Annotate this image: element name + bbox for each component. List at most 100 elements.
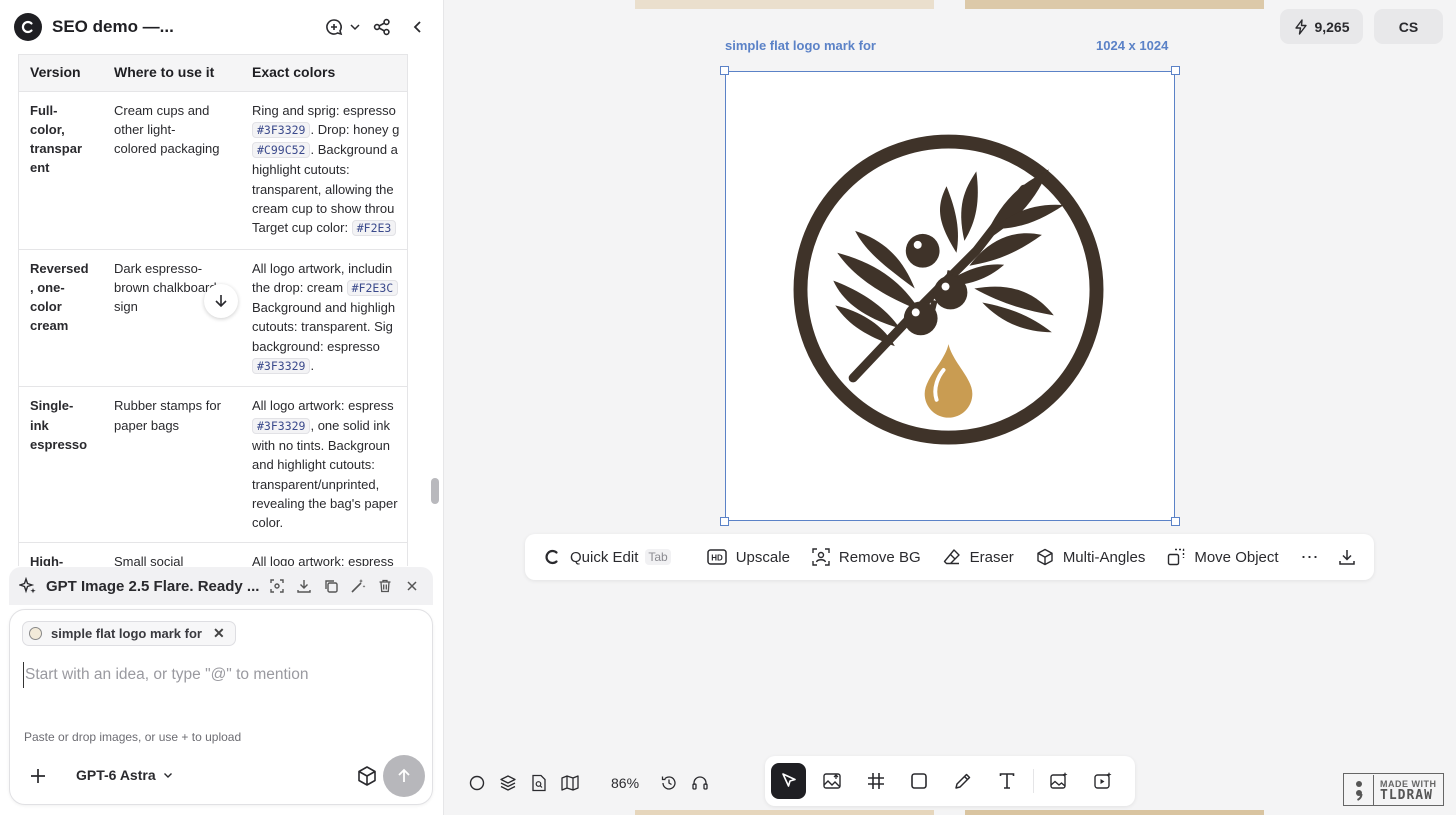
history-icon[interactable]: [657, 771, 681, 795]
made-with-tldraw-badge[interactable]: MADE WITH TLDRAW: [1343, 773, 1444, 806]
plus-icon[interactable]: [24, 762, 52, 790]
hex-code: #F2E3C: [346, 279, 399, 296]
share-icon[interactable]: [370, 15, 394, 39]
cell-line: #3F3329. Drop: honey g: [252, 120, 407, 140]
frame-icon[interactable]: [858, 763, 893, 799]
table-cell: Single-ink espresso: [19, 386, 103, 544]
quick-edit-label: Quick Edit: [570, 548, 639, 566]
trash-icon[interactable]: [374, 575, 396, 597]
multi-angles-label: Multi-Angles: [1062, 548, 1146, 566]
cell-line: Ring and sprig: espresso: [252, 101, 407, 120]
resize-handle[interactable]: [1171, 517, 1180, 526]
canvas-image-strip[interactable]: [635, 0, 934, 9]
image-toolbar: Quick Edit Tab HD Upscale Remove BG Eras…: [525, 534, 1374, 580]
cell-line: cream cup to show throu: [252, 199, 407, 218]
cell-line: transparent/unprinted,: [252, 475, 407, 494]
image-size-label: 1024 x 1024: [1096, 38, 1169, 53]
prompt-input[interactable]: [23, 662, 418, 688]
chevron-down-icon: [163, 773, 172, 778]
cell-line: All logo artwork, includin: [252, 259, 407, 278]
table-row: Full-color, transpar ent Cream cups and othe…: [19, 91, 407, 250]
cell-line: Cream cups and: [114, 102, 210, 118]
eraser-button[interactable]: Eraser: [943, 548, 1014, 566]
copy-icon[interactable]: [320, 575, 342, 597]
cell-line: color: [30, 299, 62, 315]
credits-badge[interactable]: 9,265: [1280, 9, 1363, 44]
headset-icon[interactable]: [688, 771, 712, 795]
cell-text: .: [310, 358, 315, 374]
cell-line: highlight cutouts:: [252, 160, 407, 179]
credits-count: 9,265: [1314, 18, 1350, 35]
more-options-icon[interactable]: ⋯: [1301, 547, 1320, 568]
chat-plus-icon[interactable]: [324, 15, 362, 39]
quick-edit-button[interactable]: Quick Edit Tab: [543, 548, 671, 566]
cell-line: with no tints. Backgroun: [252, 436, 407, 455]
magic-wand-icon[interactable]: [347, 575, 369, 597]
cell-line: ent: [30, 160, 50, 176]
generation-label: GPT Image 2.5 Flare. Ready ...: [46, 577, 260, 595]
cell-text: the drop: cream: [252, 279, 347, 295]
download-icon[interactable]: [1338, 548, 1365, 566]
column-header: Version: [19, 55, 103, 92]
remove-reference-icon[interactable]: ✕: [213, 625, 225, 642]
move-object-button[interactable]: Move Object: [1167, 548, 1279, 566]
close-icon[interactable]: [401, 575, 423, 597]
map-icon[interactable]: [558, 771, 582, 795]
cell-line: transpar: [30, 141, 83, 157]
send-button[interactable]: [383, 755, 425, 797]
collapse-icon[interactable]: [406, 15, 430, 39]
cell-line: All logo artwork: espress: [252, 396, 407, 415]
layers-icon[interactable]: [496, 771, 520, 795]
cell-line: Single-: [30, 398, 74, 414]
cell-text: . Background a: [310, 142, 398, 158]
video-generate-icon[interactable]: [1085, 763, 1120, 799]
table-row: Reversed, one-color cream Dark espresso-br…: [19, 249, 407, 388]
resize-handle[interactable]: [720, 517, 729, 526]
model-selector[interactable]: GPT-6 Astra: [76, 767, 174, 783]
user-avatar-button[interactable]: CS: [1374, 9, 1443, 44]
scroll-down-button[interactable]: [204, 284, 238, 318]
canvas[interactable]: 9,265 CS simple flat logo mark for 1024 …: [445, 0, 1456, 815]
image-generate-icon[interactable]: [1042, 763, 1077, 799]
cube-icon[interactable]: [356, 765, 380, 789]
text-icon[interactable]: [989, 763, 1024, 799]
image-upload-icon[interactable]: [815, 763, 850, 799]
cell-line: revealing the bag's paper: [252, 494, 407, 513]
circle-icon[interactable]: [465, 771, 489, 795]
remove-bg-button[interactable]: Remove BG: [812, 548, 921, 566]
cell-text: and highlight cutouts:: [252, 457, 375, 473]
badge-line-2: TLDRAW: [1380, 787, 1433, 803]
document-search-icon[interactable]: [527, 771, 551, 795]
svg-text:HD: HD: [711, 554, 723, 563]
cell-text: cream cup to show throu: [252, 200, 395, 216]
rectangle-icon[interactable]: [902, 763, 937, 799]
reference-chip[interactable]: simple flat logo mark for ✕: [22, 621, 236, 646]
download-icon[interactable]: [293, 575, 315, 597]
resize-handle[interactable]: [720, 66, 729, 75]
cell-text: All logo artwork: espress: [252, 398, 394, 414]
cell-line: #C99C52. Background a: [252, 140, 407, 160]
cell-line: and highlight cutouts:: [252, 455, 407, 474]
table-cell: Cream cups and other light-colored packag…: [103, 91, 241, 250]
canvas-image-strip[interactable]: [635, 810, 934, 815]
multi-angles-button[interactable]: Multi-Angles: [1036, 548, 1146, 566]
cell-line: #3F3329, one solid ink: [252, 416, 407, 436]
table-row: High- Small social All logo artwork: espre…: [19, 542, 407, 566]
crop-icon[interactable]: [266, 575, 288, 597]
table-cell: All logo artwork, includin the drop: crea…: [241, 249, 407, 388]
cell-line: Small social: [114, 554, 184, 566]
scrollbar[interactable]: [431, 478, 439, 504]
project-title[interactable]: SEO demo —...: [52, 17, 316, 37]
pencil-icon[interactable]: [946, 763, 981, 799]
selected-image[interactable]: [725, 71, 1175, 521]
zoom-level[interactable]: 86%: [611, 775, 639, 791]
app-logo[interactable]: [14, 13, 42, 41]
table-cell: Ring and sprig: espresso #3F3329. Drop: h…: [241, 91, 407, 250]
select-tool-icon[interactable]: [771, 763, 807, 799]
table-cell: All logo artwork: espress: [241, 542, 407, 566]
upscale-button[interactable]: HD Upscale: [706, 549, 790, 566]
canvas-image-strip[interactable]: [965, 810, 1264, 815]
resize-handle[interactable]: [1171, 66, 1180, 75]
canvas-image-strip[interactable]: [965, 0, 1264, 9]
column-header: Where to use it: [103, 55, 241, 92]
